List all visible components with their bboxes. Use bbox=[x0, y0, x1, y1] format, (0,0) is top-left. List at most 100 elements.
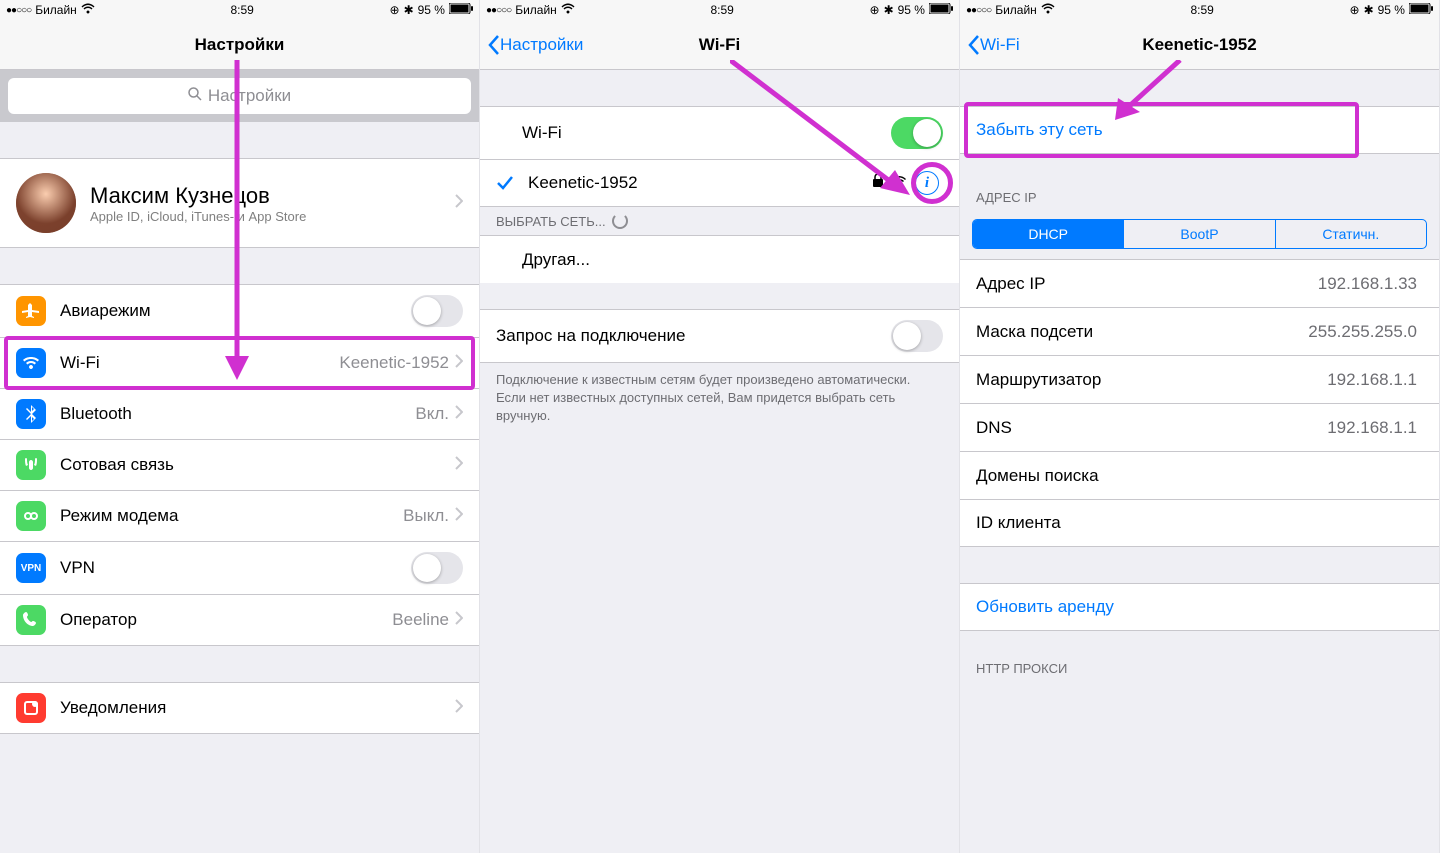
search-input[interactable]: Настройки bbox=[8, 78, 471, 114]
carrier-label: Билайн bbox=[995, 3, 1037, 17]
row-value: 192.168.1.33 bbox=[1318, 274, 1417, 294]
battery-percent: 95 % bbox=[898, 3, 925, 17]
info-button[interactable]: i bbox=[915, 171, 939, 195]
status-bar: ●●○○○ Билайн 8:59 ⊕ ✱ 95 % bbox=[0, 0, 479, 20]
cellular-row[interactable]: Сотовая связь bbox=[0, 439, 479, 490]
vpn-icon: VPN bbox=[16, 553, 46, 583]
wifi-icon bbox=[16, 348, 46, 378]
hotspot-row[interactable]: Режим модема Выкл. bbox=[0, 490, 479, 541]
row-label: Другая... bbox=[522, 250, 943, 270]
chevron-right-icon bbox=[455, 405, 463, 424]
signal-dots-icon: ●●○○○ bbox=[6, 5, 31, 16]
seg-bootp[interactable]: BootP bbox=[1124, 220, 1275, 248]
ask-join-toggle[interactable] bbox=[891, 320, 943, 352]
row-label: Wi-Fi bbox=[60, 353, 339, 373]
search-container: Настройки bbox=[0, 70, 479, 122]
carrier-label: Билайн bbox=[35, 3, 77, 17]
nav-bar: Настройки bbox=[0, 20, 479, 70]
row-label: Адрес IP bbox=[976, 274, 1318, 294]
other-network-row[interactable]: Другая... bbox=[480, 235, 959, 283]
cellular-icon bbox=[16, 450, 46, 480]
row-label: VPN bbox=[60, 558, 411, 578]
row-value: Keenetic-1952 bbox=[339, 353, 449, 373]
row-value: Beeline bbox=[392, 610, 449, 630]
row-label: Авиарежим bbox=[60, 301, 411, 321]
clock-label: 8:59 bbox=[710, 3, 733, 17]
battery-icon bbox=[929, 3, 953, 17]
signal-dots-icon: ●●○○○ bbox=[486, 5, 511, 16]
row-value: Вкл. bbox=[415, 404, 449, 424]
page-title: Wi-Fi bbox=[699, 35, 740, 55]
subnet-mask-row: Маска подсети 255.255.255.0 bbox=[960, 307, 1439, 355]
connected-network-row[interactable]: Keenetic-1952 i bbox=[480, 159, 959, 207]
wifi-icon bbox=[1041, 3, 1055, 17]
back-button[interactable]: Настройки bbox=[488, 35, 583, 55]
vpn-row[interactable]: VPN VPN bbox=[0, 541, 479, 594]
renew-label: Обновить аренду bbox=[976, 597, 1114, 617]
row-label: Режим модема bbox=[60, 506, 403, 526]
renew-lease-button[interactable]: Обновить аренду bbox=[960, 583, 1439, 631]
network-detail-screen: ●●○○○Билайн 8:59 ⊕✱95 % Wi-Fi Keenetic-1… bbox=[960, 0, 1440, 853]
notifications-row[interactable]: Уведомления bbox=[0, 682, 479, 734]
carrier-row[interactable]: Оператор Beeline bbox=[0, 594, 479, 646]
nav-bar: Настройки Wi-Fi bbox=[480, 20, 959, 70]
signal-dots-icon: ●●○○○ bbox=[966, 5, 991, 16]
battery-percent: 95 % bbox=[1378, 3, 1405, 17]
search-placeholder: Настройки bbox=[208, 86, 291, 106]
row-label: Wi-Fi bbox=[522, 123, 891, 143]
hotspot-icon bbox=[16, 501, 46, 531]
battery-icon bbox=[1409, 3, 1433, 17]
bluetooth-row[interactable]: Bluetooth Вкл. bbox=[0, 388, 479, 439]
network-name: Keenetic-1952 bbox=[528, 173, 873, 193]
airplane-toggle[interactable] bbox=[411, 295, 463, 327]
bluetooth-icon bbox=[16, 399, 46, 429]
nav-bar: Wi-Fi Keenetic-1952 bbox=[960, 20, 1439, 70]
choose-network-header: ВЫБРАТЬ СЕТЬ... bbox=[480, 207, 959, 235]
wifi-toggle[interactable] bbox=[891, 117, 943, 149]
chevron-right-icon bbox=[455, 507, 463, 526]
row-label: Оператор bbox=[60, 610, 392, 630]
back-label: Настройки bbox=[500, 35, 583, 55]
battery-icon bbox=[449, 3, 473, 17]
ip-section-header: АДРЕС IP bbox=[960, 184, 1439, 211]
ip-mode-segment[interactable]: DHCP BootP Статичн. bbox=[972, 219, 1427, 249]
wifi-icon bbox=[561, 3, 575, 17]
row-label: Уведомления bbox=[60, 698, 455, 718]
chevron-right-icon bbox=[455, 194, 463, 213]
seg-static[interactable]: Статичн. bbox=[1276, 220, 1426, 248]
phone-icon bbox=[16, 605, 46, 635]
lock-rotation-icon: ⊕ bbox=[390, 3, 400, 17]
ip-address-row: Адрес IP 192.168.1.33 bbox=[960, 259, 1439, 307]
dns-row[interactable]: DNS 192.168.1.1 bbox=[960, 403, 1439, 451]
row-label: Домены поиска bbox=[976, 466, 1423, 486]
clock-label: 8:59 bbox=[1190, 3, 1213, 17]
chevron-right-icon bbox=[455, 354, 463, 373]
battery-percent: 95 % bbox=[418, 3, 445, 17]
lock-rotation-icon: ⊕ bbox=[870, 3, 880, 17]
vpn-toggle[interactable] bbox=[411, 552, 463, 584]
row-label: Маска подсети bbox=[976, 322, 1308, 342]
seg-dhcp[interactable]: DHCP bbox=[973, 220, 1124, 248]
chevron-left-icon bbox=[968, 35, 980, 55]
wifi-row[interactable]: Wi-Fi Keenetic-1952 bbox=[0, 337, 479, 388]
lock-icon bbox=[873, 174, 883, 192]
search-domains-row[interactable]: Домены поиска bbox=[960, 451, 1439, 499]
back-button[interactable]: Wi-Fi bbox=[968, 35, 1020, 55]
row-label: Запрос на подключение bbox=[496, 326, 891, 346]
notifications-icon bbox=[16, 693, 46, 723]
clock-label: 8:59 bbox=[230, 3, 253, 17]
status-bar: ●●○○○Билайн 8:59 ⊕✱95 % bbox=[960, 0, 1439, 20]
row-label: DNS bbox=[976, 418, 1327, 438]
http-proxy-header: HTTP ПРОКСИ bbox=[960, 655, 1439, 682]
chevron-left-icon bbox=[488, 35, 500, 55]
page-title: Настройки bbox=[195, 35, 285, 55]
section-footer: Подключение к известным сетям будет прои… bbox=[480, 363, 959, 434]
profile-row[interactable]: Максим Кузнецов Apple ID, iCloud, iTunes… bbox=[0, 158, 479, 248]
client-id-row[interactable]: ID клиента bbox=[960, 499, 1439, 547]
airplane-row[interactable]: Авиарежим bbox=[0, 284, 479, 337]
status-bar: ●●○○○Билайн 8:59 ⊕✱95 % bbox=[480, 0, 959, 20]
bluetooth-icon: ✱ bbox=[404, 3, 414, 17]
forget-network-button[interactable]: Забыть эту сеть bbox=[960, 106, 1439, 154]
checkmark-icon bbox=[496, 176, 514, 190]
page-title: Keenetic-1952 bbox=[1142, 35, 1256, 55]
